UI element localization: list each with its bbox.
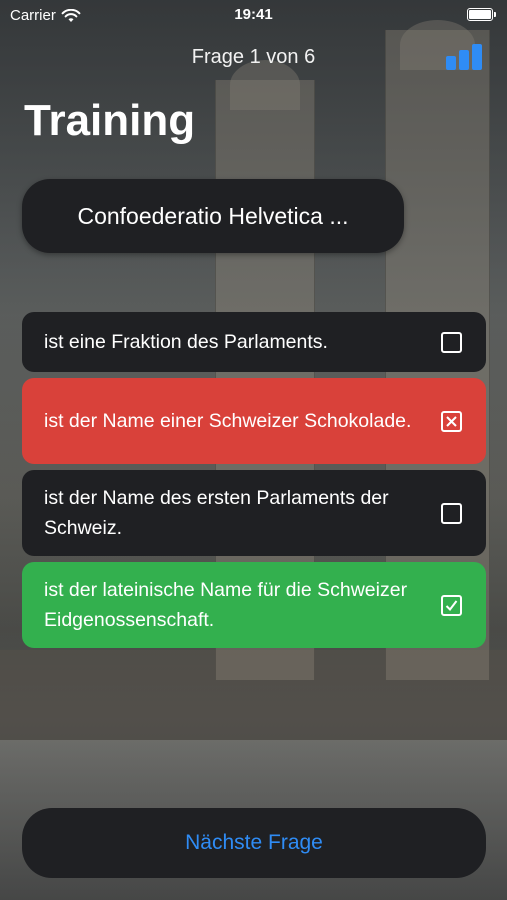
checkbox-empty-icon[interactable] [441,502,462,524]
question-text: Confoederatio Helvetica ... [77,202,349,229]
answer-option-2[interactable]: ist der Name einer Schweizer Schokolade. [22,378,486,464]
status-bar: Carrier 19:41 [0,0,507,32]
battery-icon [467,8,496,21]
answer-text: ist der lateinische Name für die Schweiz… [44,579,408,631]
question-card: Confoederatio Helvetica ... [22,179,404,253]
checkbox-empty-icon[interactable] [441,331,462,353]
checkbox-crossed-icon[interactable] [441,410,462,432]
next-question-label: Nächste Frage [185,831,323,854]
answer-text: ist der Name des ersten Parlaments der S… [44,487,389,539]
bar-chart-icon[interactable] [444,42,484,72]
question-progress: Frage 1 von 6 [191,46,316,68]
answer-option-3[interactable]: ist der Name des ersten Parlaments der S… [22,470,486,556]
battery-level [469,10,491,19]
next-question-button[interactable]: Nächste Frage [22,808,486,878]
answer-list: ist eine Fraktion des Parlaments. ist de… [22,312,486,654]
answer-text: ist eine Fraktion des Parlaments. [44,331,328,353]
answer-text: ist der Name einer Schweizer Schokolade. [44,410,412,432]
answer-option-4[interactable]: ist der lateinische Name für die Schweiz… [22,562,486,648]
answer-option-1[interactable]: ist eine Fraktion des Parlaments. [22,312,486,372]
checkbox-checked-icon[interactable] [441,594,462,616]
clock: 19:41 [234,6,273,23]
page-title: Training [24,96,196,145]
